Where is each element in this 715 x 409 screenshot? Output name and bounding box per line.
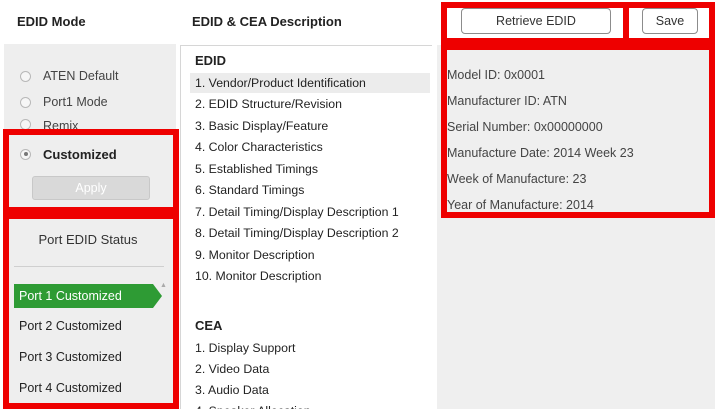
list-item-edid-1[interactable]: 1. Vendor/Product Identification bbox=[190, 73, 430, 93]
edid-section-heading: EDID bbox=[195, 53, 227, 68]
scroll-up-icon[interactable]: ▲ bbox=[160, 282, 167, 289]
radio-label: ATEN Default bbox=[43, 69, 119, 83]
cea-section-heading: CEA bbox=[195, 318, 223, 333]
edid-mode-title: EDID Mode bbox=[17, 14, 86, 29]
serial-number-text: Serial Number: 0x00000000 bbox=[447, 120, 603, 134]
radio-circle-icon bbox=[20, 70, 31, 82]
year-of-manufacture-text: Year of Manufacture: 2014 bbox=[447, 198, 594, 212]
port-item-2[interactable]: Port 2 Customized bbox=[14, 314, 162, 338]
radio-label: Port1 Mode bbox=[43, 95, 108, 109]
radio-circle-icon bbox=[20, 96, 31, 108]
port-edid-status-title: Port EDID Status bbox=[38, 232, 138, 247]
list-item-edid-2[interactable]: 2. EDID Structure/Revision bbox=[190, 94, 430, 114]
apply-button[interactable]: Apply bbox=[32, 176, 150, 200]
radio-port1-mode[interactable]: Port1 Mode bbox=[20, 92, 108, 112]
radio-label: Customized bbox=[43, 146, 117, 162]
port-item-3[interactable]: Port 3 Customized bbox=[14, 345, 162, 369]
manufacture-date-text: Manufacture Date: 2014 Week 23 bbox=[447, 146, 634, 160]
radio-customized[interactable]: Customized bbox=[20, 144, 117, 164]
list-item-edid-7[interactable]: 7. Detail Timing/Display Description 1 bbox=[190, 202, 430, 222]
list-item-cea-2[interactable]: 2. Video Data bbox=[190, 359, 430, 379]
radio-selected-icon bbox=[20, 148, 31, 160]
list-item-edid-4[interactable]: 4. Color Characteristics bbox=[190, 137, 430, 157]
radio-label: Remix bbox=[43, 119, 79, 130]
list-item-cea-4[interactable]: 4. Speaker Allocation bbox=[190, 401, 430, 409]
radio-aten-default[interactable]: ATEN Default bbox=[20, 66, 119, 86]
radio-remix[interactable]: Remix bbox=[20, 116, 78, 130]
port-item-4[interactable]: Port 4 Customized bbox=[14, 376, 162, 400]
list-item-edid-9[interactable]: 9. Monitor Description bbox=[190, 245, 430, 265]
list-item-cea-1[interactable]: 1. Display Support bbox=[190, 338, 430, 358]
port-item-1[interactable]: Port 1 Customized bbox=[14, 284, 162, 308]
divider bbox=[14, 266, 164, 267]
list-item-edid-5[interactable]: 5. Established Timings bbox=[190, 159, 430, 179]
radio-circle-icon bbox=[20, 119, 31, 130]
edid-cea-description-title: EDID & CEA Description bbox=[192, 14, 342, 29]
list-item-edid-8[interactable]: 8. Detail Timing/Display Description 2 bbox=[190, 223, 430, 243]
retrieve-edid-button[interactable]: Retrieve EDID bbox=[461, 8, 611, 34]
model-id-text: Model ID: 0x0001 bbox=[447, 68, 545, 82]
list-item-cea-3[interactable]: 3. Audio Data bbox=[190, 380, 430, 400]
list-item-edid-3[interactable]: 3. Basic Display/Feature bbox=[190, 116, 430, 136]
save-button[interactable]: Save bbox=[642, 8, 698, 34]
list-item-edid-6[interactable]: 6. Standard Timings bbox=[190, 180, 430, 200]
week-of-manufacture-text: Week of Manufacture: 23 bbox=[447, 172, 587, 186]
list-item-edid-10[interactable]: 10. Monitor Description bbox=[190, 266, 430, 286]
manufacturer-id-text: Manufacturer ID: ATN bbox=[447, 94, 567, 108]
